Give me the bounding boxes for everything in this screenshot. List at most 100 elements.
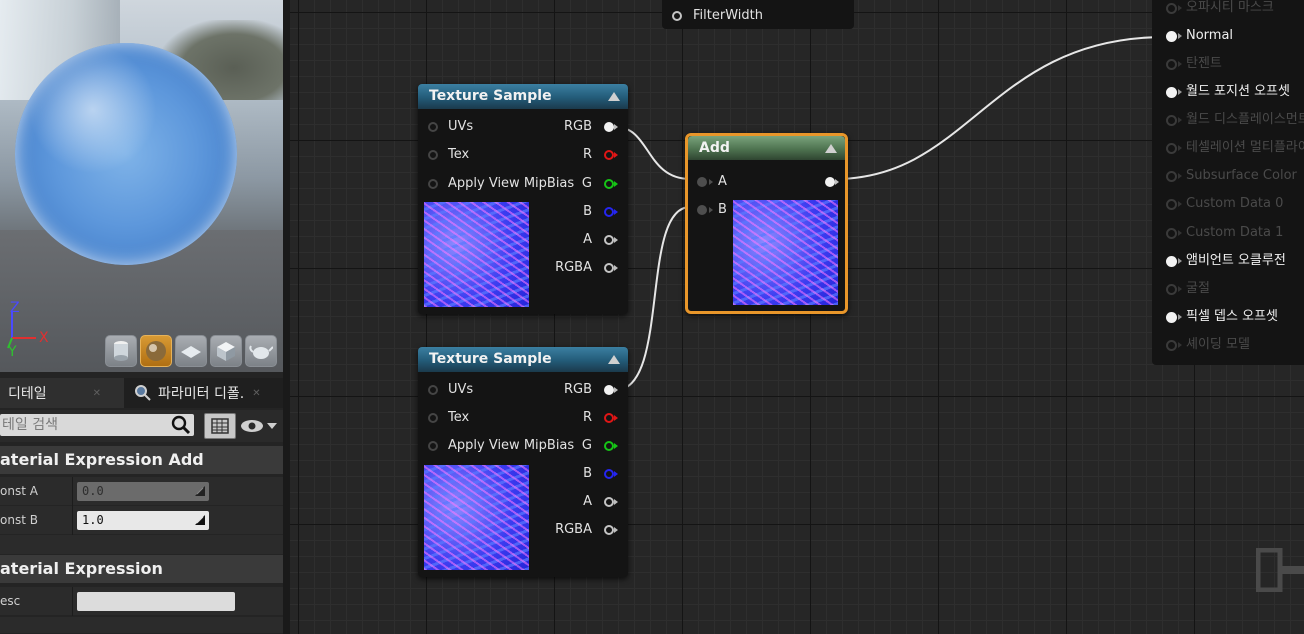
- axis-gizmo-icon: Z X Y: [7, 300, 49, 358]
- panel-splitter[interactable]: [283, 0, 290, 634]
- pin-label: R: [582, 410, 592, 425]
- preview-cylinder-button[interactable]: [105, 335, 137, 367]
- const-a-label: onst A: [0, 484, 38, 498]
- add-node[interactable]: Add A B: [685, 133, 848, 314]
- column-divider: [72, 477, 73, 506]
- section-title: aterial Expression Add: [0, 450, 204, 469]
- pin-arrow-icon: [1178, 145, 1182, 151]
- node-header[interactable]: Add: [688, 136, 845, 160]
- output-b[interactable]: B: [558, 202, 618, 222]
- texture-sample-node-1[interactable]: Texture Sample UVs Tex Apply View MipBia…: [418, 84, 628, 314]
- pin-arrow-icon: [614, 152, 618, 158]
- search-icon: [171, 415, 191, 435]
- column-divider: [72, 506, 73, 535]
- output-rgb[interactable]: RGB: [558, 117, 618, 137]
- output-a[interactable]: A: [558, 230, 618, 250]
- pin-label: Custom Data 0: [1186, 196, 1284, 211]
- prop-row-desc: esc: [0, 587, 283, 616]
- close-icon[interactable]: ✕: [93, 388, 101, 399]
- axis-y-label: Y: [7, 344, 17, 358]
- prop-row-const-a: onst A 0.0: [0, 477, 283, 506]
- output-b[interactable]: B: [558, 464, 618, 484]
- texture-preview-thumbnail: [424, 465, 529, 570]
- pin-arrow-icon: [1178, 5, 1182, 11]
- pin-label: G: [581, 438, 592, 453]
- cylinder-icon: [114, 341, 128, 361]
- prop-row-spacer: [0, 535, 283, 555]
- pin-arrow-icon: [835, 179, 839, 185]
- output-r[interactable]: R: [558, 145, 618, 165]
- pin-label: RGBA: [555, 522, 592, 537]
- preview-teapot-button[interactable]: [245, 335, 277, 367]
- graph-watermark-icon: [1256, 548, 1304, 592]
- pin-label: 앰비언트 오클루전: [1186, 253, 1286, 268]
- node-header[interactable]: Texture Sample: [418, 84, 628, 109]
- pin-socket-icon: [604, 263, 614, 273]
- output-rgba[interactable]: RGBA: [548, 258, 618, 278]
- details-search-input[interactable]: 테일 검색: [0, 414, 194, 436]
- pin-label: RGB: [563, 382, 592, 397]
- property-matrix-button[interactable]: [204, 413, 236, 439]
- material-result-node[interactable]: 오파시티 마스크 Normal 탄젠트 월드 포지션 오프셋 월드 디스플레이스…: [1152, 0, 1304, 365]
- drag-grip-icon: [195, 515, 205, 525]
- section-material-expression-add[interactable]: aterial Expression Add: [0, 446, 283, 474]
- pin-label: B: [583, 204, 592, 219]
- output-result[interactable]: [819, 172, 839, 192]
- material-graph-canvas[interactable]: FilterWidth Texture Sample UVs Tex Apply…: [290, 0, 1304, 634]
- pin-socket-icon: [428, 150, 438, 160]
- preview-plane-button[interactable]: [175, 335, 207, 367]
- texture-sample-node-2[interactable]: Texture Sample UVs Tex Apply View MipBia…: [418, 347, 628, 577]
- pin-label: RGBA: [555, 260, 592, 275]
- output-g[interactable]: G: [558, 174, 618, 194]
- pin-arrow-icon: [1178, 314, 1182, 320]
- pin-label: Tex: [448, 147, 470, 162]
- pin-label: A: [583, 232, 592, 247]
- tab-parameter-defaults[interactable]: 파라미터 디폴. ✕: [126, 378, 283, 408]
- pin-label: Tex: [448, 410, 470, 425]
- view-options-button[interactable]: [240, 416, 280, 436]
- pin-socket-icon: [428, 385, 438, 395]
- pin-socket-icon: [1166, 256, 1177, 267]
- const-a-field[interactable]: 0.0: [77, 482, 209, 501]
- close-icon[interactable]: ✕: [252, 388, 260, 399]
- pin-arrow-icon: [1178, 33, 1182, 39]
- pin-arrow-icon: [614, 527, 618, 533]
- pin-socket-icon: [428, 441, 438, 451]
- desc-field[interactable]: [77, 592, 235, 611]
- drag-grip-icon: [195, 486, 205, 496]
- output-a[interactable]: A: [558, 492, 618, 512]
- partial-node-top[interactable]: FilterWidth: [662, 0, 854, 29]
- output-g[interactable]: G: [558, 436, 618, 456]
- pin-socket-icon: [1166, 31, 1177, 42]
- output-r[interactable]: R: [558, 408, 618, 428]
- collapse-arrow-icon[interactable]: [825, 144, 837, 153]
- chevron-down-icon: [267, 423, 277, 429]
- pin-arrow-icon: [1178, 61, 1182, 67]
- pin-socket-icon: [697, 205, 707, 215]
- collapse-arrow-icon[interactable]: [608, 92, 620, 101]
- pin-label: 굴절: [1186, 281, 1210, 296]
- material-preview-viewport[interactable]: Z X Y: [0, 0, 283, 372]
- tab-details[interactable]: 디테일 ✕: [0, 378, 124, 408]
- axis-z-label: Z: [10, 300, 20, 316]
- pin-socket-icon: [697, 177, 707, 187]
- pin-socket-icon: [428, 179, 438, 189]
- output-rgb[interactable]: RGB: [558, 380, 618, 400]
- wire-add-to-normal[interactable]: [834, 36, 1166, 180]
- node-header[interactable]: Texture Sample: [418, 347, 628, 372]
- section-material-expression[interactable]: aterial Expression: [0, 555, 283, 583]
- const-b-field[interactable]: 1.0: [77, 511, 209, 530]
- pin-label: Normal: [1186, 28, 1234, 43]
- pin-label: A: [718, 174, 727, 189]
- pin-label: UVs: [448, 382, 474, 397]
- pin-arrow-icon: [1178, 342, 1182, 348]
- output-rgba[interactable]: RGBA: [548, 520, 618, 540]
- preview-cube-button[interactable]: [210, 335, 242, 367]
- details-tab-bar: 디테일 ✕ 파라미터 디폴. ✕: [0, 378, 283, 408]
- left-panel: Z X Y 디테일 ✕ 파라미터 디폴. ✕ 테일 검색 aterial Exp…: [0, 0, 290, 634]
- pin-arrow-icon: [1178, 89, 1182, 95]
- node-title: Texture Sample: [429, 88, 552, 104]
- collapse-arrow-icon[interactable]: [608, 355, 620, 364]
- pin-socket-icon: [604, 385, 614, 395]
- preview-sphere-button[interactable]: [140, 335, 172, 367]
